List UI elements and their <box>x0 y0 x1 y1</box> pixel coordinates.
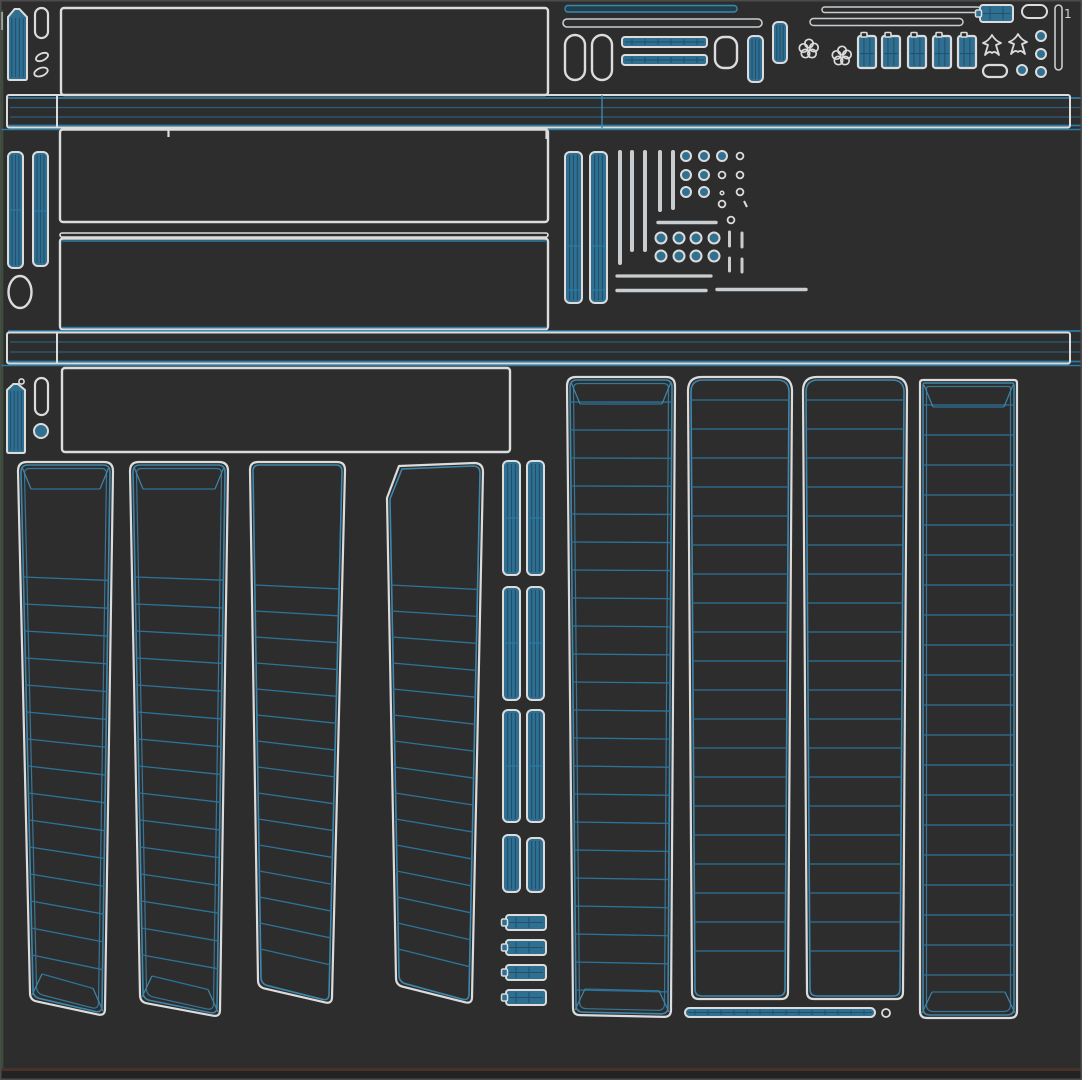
island-capsule-pair-4a[interactable] <box>502 834 521 893</box>
island-strip-e[interactable] <box>564 151 583 304</box>
island-strip-d[interactable] <box>32 151 49 267</box>
island-ring-a[interactable] <box>881 1008 891 1018</box>
island-capsule-f[interactable] <box>33 376 50 417</box>
island-bar-b[interactable] <box>621 54 708 66</box>
island-hbar-3[interactable] <box>500 964 547 981</box>
island-strip-f[interactable] <box>589 151 608 304</box>
island-blade-1[interactable] <box>16 460 115 1016</box>
island-strip-line[interactable] <box>59 232 549 238</box>
island-capsule-b[interactable] <box>563 33 587 82</box>
island-capsule-pair-2a[interactable] <box>502 586 521 701</box>
island-leaf-b[interactable] <box>33 66 49 78</box>
uv-layout-svg <box>0 0 1082 1080</box>
island-egg[interactable] <box>7 274 33 310</box>
island-ladder-4[interactable] <box>918 378 1019 1020</box>
island-needle[interactable] <box>1054 4 1063 71</box>
island-dot-d[interactable] <box>1035 66 1047 78</box>
island-ladder-1[interactable] <box>565 375 677 1018</box>
island-clover-a[interactable] <box>798 38 820 59</box>
island-capsule-pair-1b[interactable] <box>526 460 545 576</box>
island-leaf-a[interactable] <box>35 51 50 63</box>
island-hbar-1[interactable] <box>500 914 547 931</box>
island-capsule-pair-3a[interactable] <box>502 709 521 823</box>
island-dot-a[interactable] <box>1016 64 1028 76</box>
island-blade-2[interactable] <box>128 460 230 1018</box>
island-sliver-c[interactable] <box>809 17 964 27</box>
island-bluebox[interactable] <box>974 4 1014 23</box>
island-ladder-3[interactable] <box>801 375 909 1001</box>
island-capsule-c[interactable] <box>590 33 614 82</box>
corner-label: 1 <box>1064 7 1072 21</box>
island-door-4[interactable] <box>931 31 953 70</box>
island-strip-c[interactable] <box>7 151 24 269</box>
island-clover-b[interactable] <box>831 45 853 66</box>
island-dot-b[interactable] <box>1035 30 1047 42</box>
bottom-guide-maroon <box>0 1068 1082 1080</box>
island-capsule-a[interactable] <box>33 6 50 40</box>
island-panel-a[interactable] <box>58 128 550 224</box>
island-door-1[interactable] <box>856 31 878 70</box>
island-pencil-a[interactable] <box>7 8 28 81</box>
island-capsule-g[interactable] <box>684 1007 876 1018</box>
island-strip-a[interactable] <box>747 35 764 83</box>
island-sliver-a[interactable] <box>562 18 763 28</box>
island-capsule-d[interactable] <box>1021 4 1048 19</box>
band-1[interactable] <box>0 94 1082 139</box>
island-blade-4[interactable] <box>385 461 485 1004</box>
island-door-2[interactable] <box>880 31 902 70</box>
island-arrow-b[interactable] <box>1008 33 1028 55</box>
island-door-5[interactable] <box>956 31 978 70</box>
island-capsule-e[interactable] <box>981 63 1009 79</box>
island-ladder-2[interactable] <box>686 375 794 1001</box>
island-panel-c[interactable] <box>60 366 512 454</box>
uv-editor-canvas[interactable]: 1 <box>0 0 1082 1080</box>
island-arrow-a[interactable] <box>982 34 1002 56</box>
island-panel-b[interactable] <box>58 237 550 331</box>
band-2[interactable] <box>0 330 1082 367</box>
island-capsule-pair-1a[interactable] <box>502 460 521 576</box>
island-thin-bar-blue[interactable] <box>564 4 738 13</box>
island-capsule-pair-3b[interactable] <box>526 709 545 823</box>
island-capsule-pair-2b[interactable] <box>526 586 545 701</box>
island-panel-top[interactable] <box>59 6 550 97</box>
island-hbar-2[interactable] <box>500 939 547 956</box>
island-sliver-b[interactable] <box>821 6 981 14</box>
island-lines-vertical[interactable] <box>618 150 675 265</box>
island-strip-b[interactable] <box>772 21 788 64</box>
island-pencil-b[interactable] <box>6 378 26 454</box>
island-door-3[interactable] <box>906 31 928 70</box>
island-blade-3[interactable] <box>248 460 347 1004</box>
island-bar-a[interactable] <box>621 36 708 48</box>
island-dot-grid-upper[interactable] <box>680 150 748 225</box>
island-dot-c[interactable] <box>1035 48 1047 60</box>
island-roundbox-a[interactable] <box>713 35 739 70</box>
island-dot-e[interactable] <box>33 423 49 439</box>
island-capsule-pair-4b[interactable] <box>526 837 545 893</box>
island-hbar-4[interactable] <box>500 989 547 1006</box>
island-dot-grid-lower[interactable] <box>654 230 744 274</box>
